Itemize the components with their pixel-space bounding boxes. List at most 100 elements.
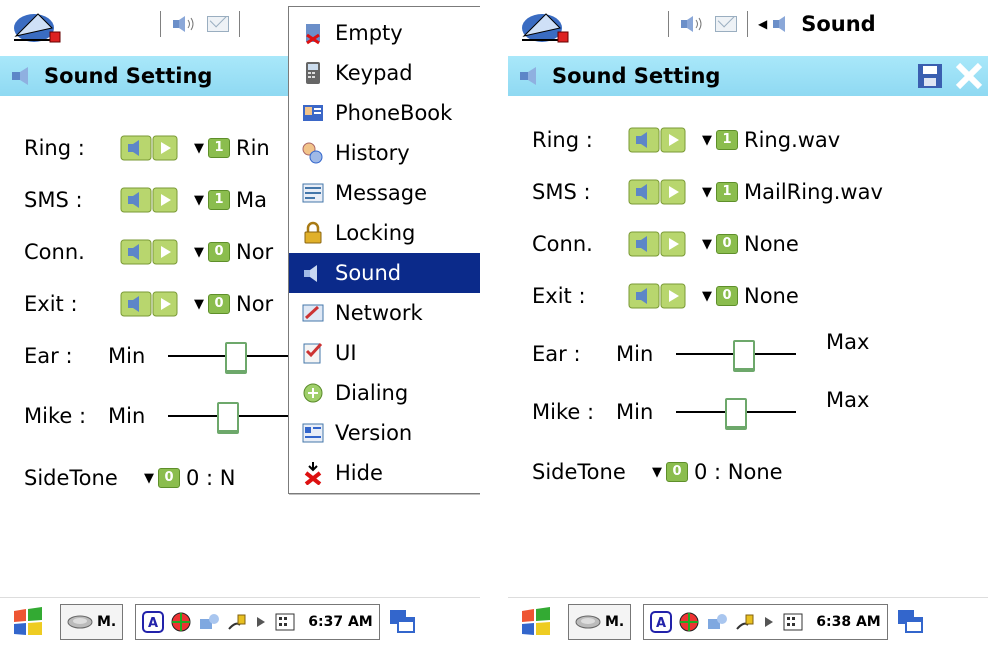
- message-icon[interactable]: [207, 16, 229, 32]
- sms-play-button[interactable]: [120, 187, 180, 213]
- menu-item-hide[interactable]: Hide: [289, 453, 480, 493]
- sms-label: SMS :: [532, 180, 591, 204]
- network-status-icon[interactable]: [170, 611, 192, 633]
- slider-thumb[interactable]: [225, 342, 247, 374]
- menu-item-version[interactable]: Version: [289, 413, 480, 453]
- sms-value: MailRing.wav: [744, 180, 883, 204]
- speaker-icon[interactable]: [171, 14, 197, 34]
- taskbar-app-label: M.: [605, 613, 625, 630]
- mike-volume-slider[interactable]: Max: [676, 388, 869, 430]
- ring-play-button[interactable]: [120, 135, 180, 161]
- keyboard-icon[interactable]: [274, 611, 296, 633]
- sound-icon: [12, 67, 28, 85]
- dropdown-arrow-icon: ▼: [702, 132, 712, 148]
- version-icon: [302, 423, 324, 443]
- exit-value: None: [744, 284, 799, 308]
- exit-combo[interactable]: ▼ 0 Nor: [194, 292, 273, 316]
- sms-combo[interactable]: ▼ 1 Ma: [194, 188, 267, 212]
- ring-value: Ring.wav: [744, 128, 841, 152]
- sms-combo[interactable]: ▼ 1 MailRing.wav: [702, 180, 883, 204]
- slider-thumb[interactable]: [217, 402, 239, 434]
- conn-combo[interactable]: ▼ 0 Nor: [194, 240, 273, 264]
- ring-combo[interactable]: ▼ 1 Ring.wav: [702, 128, 840, 152]
- ear-volume-slider[interactable]: [168, 340, 288, 374]
- start-windows-icon[interactable]: [8, 603, 48, 641]
- window-switch-icon[interactable]: [388, 608, 416, 636]
- dropdown-arrow-icon: ▼: [702, 236, 712, 252]
- exit-combo[interactable]: ▼ 0 None: [702, 284, 799, 308]
- ring-row: Ring : ▼ 1 Rin: [24, 132, 270, 164]
- input-mode-icon[interactable]: A: [650, 610, 673, 633]
- keyboard-icon[interactable]: [782, 611, 804, 633]
- conn-play-button[interactable]: [628, 231, 688, 257]
- title-bar: Sound Setting: [508, 56, 988, 96]
- save-icon[interactable]: [916, 62, 944, 90]
- active-app-menu-button[interactable]: ◀ Sound: [758, 12, 876, 36]
- menu-item-empty[interactable]: Empty: [289, 13, 480, 53]
- slider-thumb[interactable]: [733, 340, 755, 372]
- menu-item-label: PhoneBook: [335, 101, 453, 125]
- satellite-icon: [522, 13, 569, 43]
- exit-row: Exit : ▼ 0 Nor: [24, 288, 273, 320]
- menu-item-dialing[interactable]: Dialing: [289, 373, 480, 413]
- sms-play-button[interactable]: [628, 179, 688, 205]
- menu-item-label: Version: [335, 421, 413, 445]
- arrow-right-icon: [257, 616, 266, 627]
- exit-value: Nor: [236, 292, 274, 316]
- sms-row: SMS : ▼ 1 MailRing.wav: [532, 176, 883, 208]
- sidetone-combo[interactable]: ▼ 0 0 : None: [652, 460, 783, 484]
- sms-value: Ma: [236, 188, 267, 212]
- clock[interactable]: 6:37 AM: [308, 614, 372, 630]
- ring-label: Ring :: [532, 128, 593, 152]
- mike-volume-slider[interactable]: [168, 400, 288, 434]
- ear-row: Ear : Min Max: [532, 330, 869, 372]
- exit-play-button[interactable]: [628, 283, 688, 309]
- menu-item-network[interactable]: Network: [289, 293, 480, 333]
- satellite-icon: [14, 13, 61, 43]
- system-tray: A 6:37 AM: [135, 603, 380, 640]
- conn-combo[interactable]: ▼ 0 None: [702, 232, 799, 256]
- menu-item-ui[interactable]: UI: [289, 333, 480, 373]
- slider-thumb[interactable]: [725, 398, 747, 430]
- power-plug-icon[interactable]: [734, 611, 756, 633]
- input-mode-icon[interactable]: A: [142, 610, 165, 633]
- speaker-icon[interactable]: [679, 14, 705, 34]
- menu-item-phonebook[interactable]: PhoneBook: [289, 93, 480, 133]
- connection-icon[interactable]: [706, 611, 728, 633]
- mike-row: Mike : Min: [24, 400, 288, 434]
- close-icon[interactable]: [952, 59, 986, 93]
- top-bar: ◀ Sound: [508, 0, 988, 46]
- svg-text:A: A: [656, 616, 666, 631]
- top-status-icons: [160, 8, 240, 40]
- menu-item-sound[interactable]: Sound: [289, 253, 480, 293]
- index-badge: 1: [716, 182, 738, 202]
- index-badge: 1: [208, 190, 230, 210]
- menu-item-keypad[interactable]: Keypad: [289, 53, 480, 93]
- menu-item-message[interactable]: Message: [289, 173, 480, 213]
- taskbar-app-button[interactable]: M.: [568, 603, 632, 640]
- clock[interactable]: 6:38 AM: [816, 614, 880, 630]
- exit-play-button[interactable]: [120, 291, 180, 317]
- menu-item-locking[interactable]: Locking: [289, 213, 480, 253]
- menu-item-history[interactable]: History: [289, 133, 480, 173]
- menu-item-label: Hide: [335, 461, 383, 485]
- power-plug-icon[interactable]: [226, 611, 248, 633]
- ring-play-button[interactable]: [628, 127, 688, 153]
- taskbar-app-button[interactable]: M.: [60, 603, 124, 640]
- title-actions: [916, 56, 988, 96]
- dropdown-arrow-icon: ▼: [144, 470, 154, 486]
- menu-item-label: Network: [335, 301, 423, 325]
- sidetone-combo[interactable]: ▼ 0 0 : N: [144, 466, 236, 490]
- conn-play-button[interactable]: [120, 239, 180, 265]
- ear-volume-slider[interactable]: Max: [676, 330, 869, 372]
- index-badge: 0: [158, 468, 180, 488]
- exit-label: Exit :: [24, 292, 78, 316]
- ring-combo[interactable]: ▼ 1 Rin: [194, 136, 270, 160]
- start-windows-icon[interactable]: [516, 603, 556, 641]
- disk-icon: [67, 615, 93, 628]
- network-icon: [302, 304, 324, 322]
- message-icon[interactable]: [715, 16, 737, 32]
- window-switch-icon[interactable]: [896, 608, 924, 636]
- connection-icon[interactable]: [198, 611, 220, 633]
- network-status-icon[interactable]: [678, 611, 700, 633]
